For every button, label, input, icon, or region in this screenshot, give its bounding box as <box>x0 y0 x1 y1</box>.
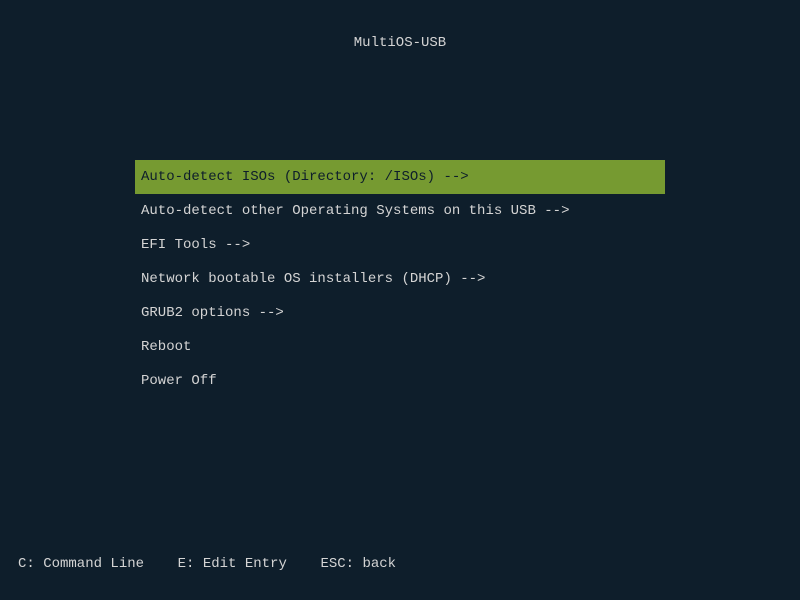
menu-item-reboot[interactable]: Reboot <box>135 330 665 364</box>
menu-item-efi-tools[interactable]: EFI Tools --> <box>135 228 665 262</box>
menu-item-power-off[interactable]: Power Off <box>135 364 665 398</box>
menu-item-auto-detect-isos[interactable]: Auto-detect ISOs (Directory: /ISOs) --> <box>135 160 665 194</box>
menu-item-grub2-options[interactable]: GRUB2 options --> <box>135 296 665 330</box>
footer-keybindings: C: Command Line E: Edit Entry ESC: back <box>18 556 396 572</box>
boot-menu: Auto-detect ISOs (Directory: /ISOs) --> … <box>135 160 665 398</box>
menu-item-network-boot[interactable]: Network bootable OS installers (DHCP) --… <box>135 262 665 296</box>
menu-item-auto-detect-other-os[interactable]: Auto-detect other Operating Systems on t… <box>135 194 665 228</box>
boot-menu-title: MultiOS-USB <box>0 0 800 51</box>
